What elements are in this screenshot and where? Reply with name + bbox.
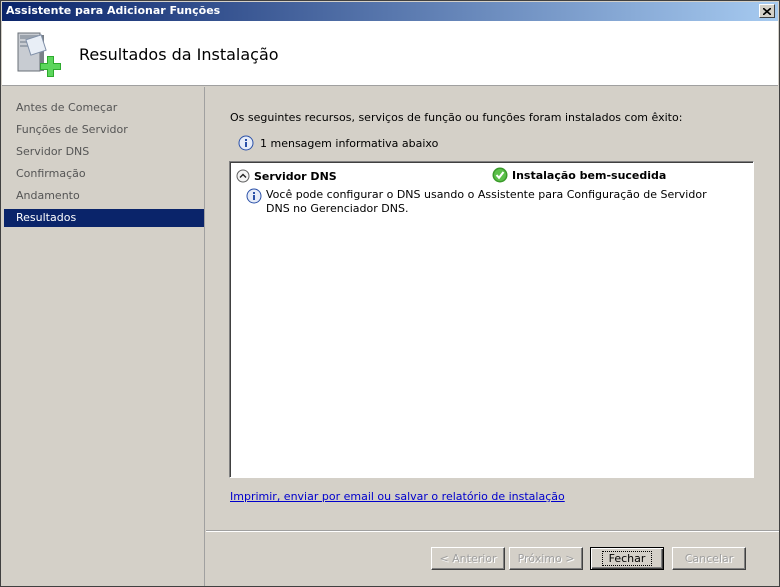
close-button[interactable]: [759, 4, 775, 18]
close-wizard-button[interactable]: Fechar: [590, 547, 664, 570]
wizard-header: Resultados da Instalação: [2, 21, 778, 86]
report-link[interactable]: Imprimir, enviar por email ou salvar o r…: [230, 490, 565, 503]
server-role-icon: [17, 32, 61, 77]
install-status: Instalação bem-sucedida: [492, 167, 666, 183]
wizard-window: Assistente para Adicionar Funções Result…: [0, 0, 780, 587]
wizard-steps-sidebar: Antes de Começar Funções de Servidor Ser…: [2, 87, 205, 586]
info-message-text: Você pode configurar o DNS usando o Assi…: [266, 188, 707, 215]
window-title: Assistente para Adicionar Funções: [6, 4, 221, 17]
sidebar-item-resultados[interactable]: Resultados: [4, 209, 204, 227]
install-status-text: Instalação bem-sucedida: [512, 168, 667, 182]
info-icon: [238, 135, 254, 151]
success-check-icon: [492, 167, 508, 183]
sidebar-item-funcoes-de-servidor[interactable]: Funções de Servidor: [4, 121, 204, 139]
page-title: Resultados da Instalação: [79, 45, 279, 64]
close-icon: [763, 7, 771, 15]
results-panel: Servidor DNS Instalação bem-sucedida Voc…: [229, 161, 754, 478]
info-icon: [246, 188, 262, 204]
footer-divider: [206, 530, 779, 532]
title-bar: Assistente para Adicionar Funções: [2, 2, 778, 21]
sidebar-item-andamento[interactable]: Andamento: [4, 187, 204, 205]
role-result-row: Servidor DNS Instalação bem-sucedida: [236, 167, 746, 185]
sidebar-item-antes-de-comecar[interactable]: Antes de Começar: [4, 99, 204, 117]
role-name: Servidor DNS: [254, 169, 337, 183]
info-count-text: 1 mensagem informativa abaixo: [260, 136, 439, 150]
close-wizard-label: Fechar: [601, 551, 653, 566]
sidebar-item-confirmacao[interactable]: Confirmação: [4, 165, 204, 183]
next-button[interactable]: Próximo >: [509, 547, 583, 570]
back-button[interactable]: < Anterior: [431, 547, 505, 570]
main-content: Os seguintes recursos, serviços de funçã…: [206, 87, 779, 531]
info-message: Você pode configurar o DNS usando o Assi…: [246, 188, 726, 216]
collapse-icon[interactable]: [236, 169, 250, 183]
intro-text: Os seguintes recursos, serviços de funçã…: [230, 111, 683, 124]
info-summary: 1 mensagem informativa abaixo: [238, 135, 438, 151]
cancel-button[interactable]: Cancelar: [672, 547, 746, 570]
sidebar-item-servidor-dns[interactable]: Servidor DNS: [4, 143, 204, 161]
